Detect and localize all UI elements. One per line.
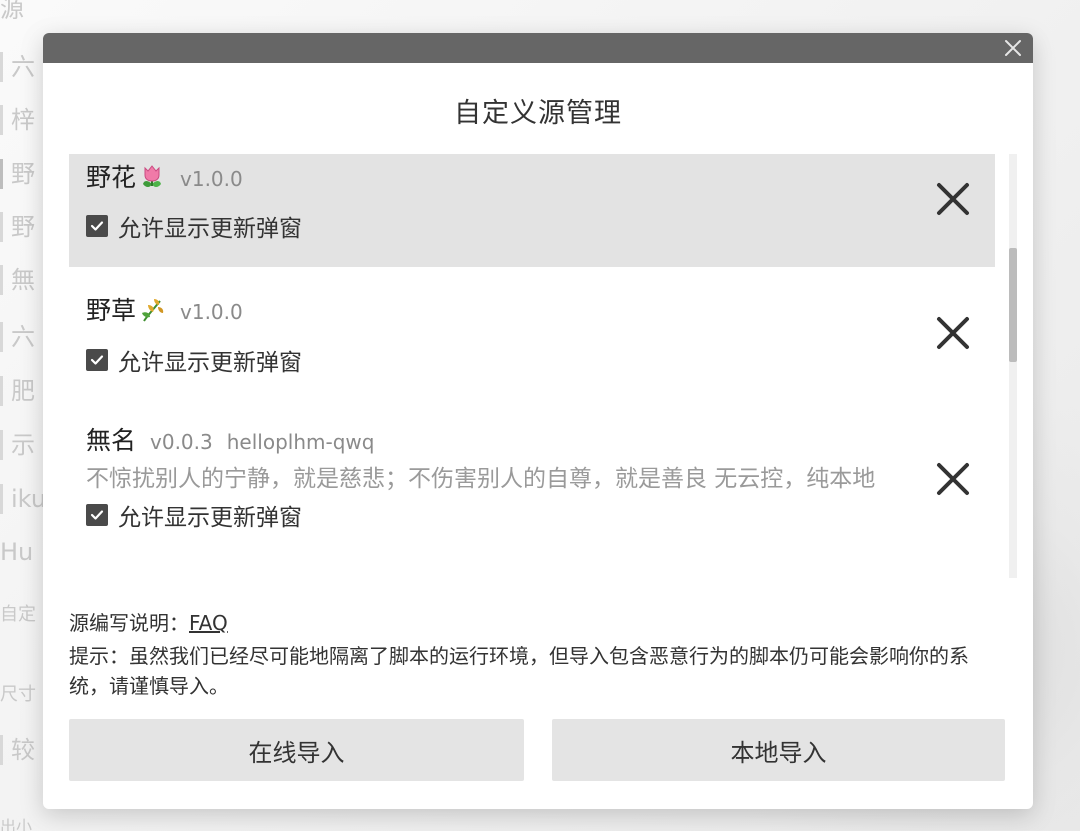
source-name: 無名 xyxy=(86,426,137,455)
remove-source-icon[interactable] xyxy=(935,315,971,351)
source-item-header: 野草 v1.0.0 xyxy=(86,291,243,327)
source-item[interactable]: 野草 v1.0.0 允许显示更新弹窗 xyxy=(69,267,995,397)
checkbox-checked-icon[interactable] xyxy=(86,215,108,237)
allow-update-popup-checkbox[interactable]: 允许显示更新弹窗 xyxy=(86,343,302,377)
background-nav-item: 源 xyxy=(0,0,24,23)
checkbox-checked-icon[interactable] xyxy=(86,504,108,526)
allow-update-popup-checkbox[interactable]: 允许显示更新弹窗 xyxy=(86,209,302,243)
source-name: 野草 xyxy=(86,291,166,327)
close-icon[interactable] xyxy=(1001,36,1025,60)
online-import-button[interactable]: 在线导入 xyxy=(69,719,524,781)
source-item-header: 無名 v0.0.3 helloplhm-qwq xyxy=(86,421,374,457)
allow-update-popup-label: 允许显示更新弹窗 xyxy=(118,505,302,531)
list-scrollbar[interactable] xyxy=(1009,154,1017,578)
allow-update-popup-label: 允许显示更新弹窗 xyxy=(118,216,302,242)
remove-source-icon[interactable] xyxy=(935,181,971,217)
source-item-header: 野花 v1.0.0 xyxy=(86,158,243,194)
background-nav-item: 梓 xyxy=(0,105,35,135)
warning-tip: 提示：虽然我们已经尽可能地隔离了脚本的运行环境，但导入包含恶意行为的脚本仍可能会… xyxy=(69,644,969,698)
background-nav-item: 尺寸 xyxy=(0,684,36,705)
source-version: v1.0.0 xyxy=(180,300,243,324)
sheaf-of-rice-icon xyxy=(138,295,166,323)
source-version: v1.0.0 xyxy=(180,167,243,191)
background-nav-item: 示 xyxy=(0,430,35,460)
faq-link[interactable]: FAQ xyxy=(189,611,228,635)
tulip-icon xyxy=(138,162,166,190)
source-name-text: 野花 xyxy=(86,163,137,192)
background-nav-item: 六 xyxy=(0,52,35,82)
source-item[interactable]: 無名 v0.0.3 helloplhm-qwq 不惊扰别人的宁静，就是慈悲；不伤… xyxy=(69,397,995,578)
faq-note: 源编写说明：FAQ xyxy=(69,607,228,636)
source-name: 野花 xyxy=(86,158,166,194)
background-nav-item: 無 xyxy=(0,265,35,295)
source-manager-dialog: 自定义源管理 野花 v1.0.0 允许显示更新弹窗 野草 v1.0.0 允许显示… xyxy=(43,33,1033,809)
background-nav-item: 较 xyxy=(0,735,35,765)
scrollbar-thumb[interactable] xyxy=(1009,248,1017,362)
background-nav-item: iku xyxy=(0,484,46,514)
allow-update-popup-label: 允许显示更新弹窗 xyxy=(118,350,302,376)
allow-update-popup-checkbox[interactable]: 允许显示更新弹窗 xyxy=(86,498,302,532)
remove-source-icon[interactable] xyxy=(935,461,971,497)
background-nav-item: 野 xyxy=(0,159,35,189)
source-item[interactable]: 野花 v1.0.0 允许显示更新弹窗 xyxy=(69,154,995,267)
background-nav-item: 肥 xyxy=(0,376,35,406)
checkbox-checked-icon[interactable] xyxy=(86,349,108,371)
background-nav-item: 野 xyxy=(0,212,35,242)
background-nav-item: 六 xyxy=(0,322,35,352)
background-nav-item: 出小 xyxy=(0,817,33,831)
faq-prefix: 源编写说明： xyxy=(69,611,189,635)
source-version: v0.0.3 xyxy=(150,430,213,454)
background-nav-item: 自定 xyxy=(0,604,36,625)
dialog-titlebar xyxy=(43,33,1033,63)
background-nav-item: Hu xyxy=(0,538,34,566)
source-name-text: 野草 xyxy=(86,296,137,325)
source-author: helloplhm-qwq xyxy=(226,430,375,454)
local-import-button[interactable]: 本地导入 xyxy=(552,719,1005,781)
dialog-title: 自定义源管理 xyxy=(454,98,622,129)
source-list: 野花 v1.0.0 允许显示更新弹窗 野草 v1.0.0 允许显示更新弹窗 無名… xyxy=(69,154,995,578)
source-description: 不惊扰别人的宁静，就是慈悲；不伤害别人的自尊，就是善良 无云控，纯本地 xyxy=(86,466,876,492)
